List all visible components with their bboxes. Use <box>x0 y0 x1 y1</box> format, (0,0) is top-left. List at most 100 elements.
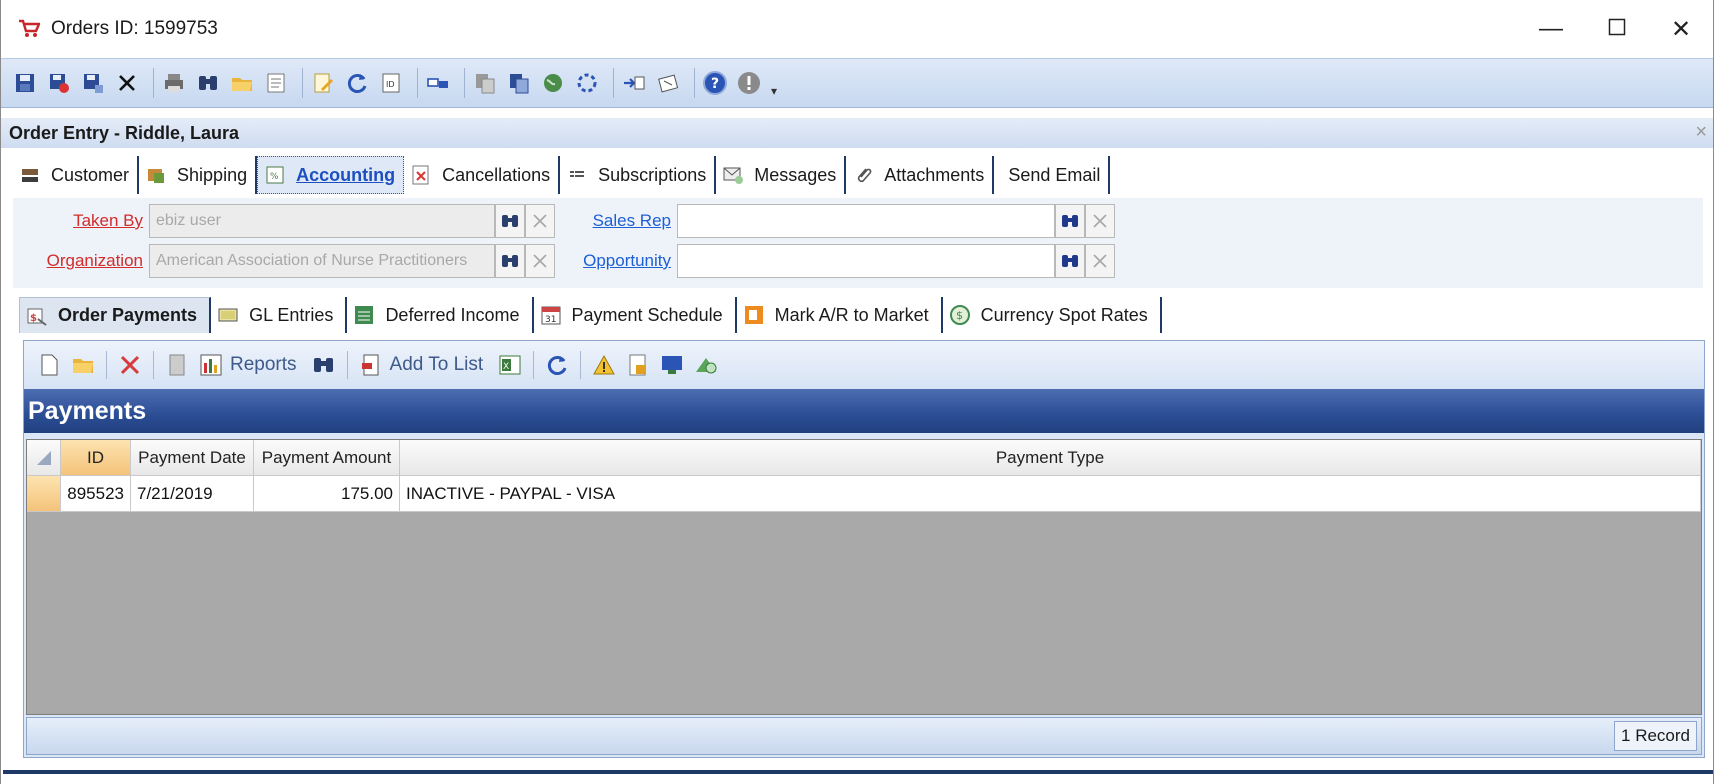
taken-by-label[interactable]: Taken By <box>13 211 149 231</box>
accounting-icon: % <box>264 164 286 186</box>
order-form: Taken By ebiz user Organization American… <box>13 198 1703 288</box>
edit-icon[interactable] <box>309 69 337 97</box>
tab-attachments[interactable]: Attachments <box>846 156 995 194</box>
taken-by-field[interactable]: ebiz user <box>149 204 495 238</box>
subtab-order-payments[interactable]: $ Order Payments <box>19 297 212 333</box>
add-to-list-icon[interactable] <box>358 352 384 378</box>
reports-button[interactable]: Reports <box>230 354 297 376</box>
tab-label: Customer <box>51 164 130 185</box>
attach-icon[interactable] <box>654 69 682 97</box>
copy-icon[interactable] <box>471 69 499 97</box>
open-folder-icon[interactable] <box>228 69 256 97</box>
cell-payment-date[interactable]: 7/21/2019 <box>131 476 254 512</box>
taken-by-find-button[interactable] <box>495 204 525 238</box>
toolbar-separator <box>106 351 107 379</box>
opportunity-field[interactable] <box>677 244 1055 278</box>
workflow-icon[interactable] <box>573 69 601 97</box>
organization-field[interactable]: American Association of Nurse Practition… <box>149 244 495 278</box>
opportunity-clear-button[interactable] <box>1085 244 1115 278</box>
excel-icon[interactable]: X <box>497 352 523 378</box>
minimize-button[interactable]: — <box>1519 4 1583 54</box>
sales-rep-label[interactable]: Sales Rep <box>541 211 677 231</box>
subtab-deferred-income[interactable]: Deferred Income <box>347 297 534 333</box>
organization-find-button[interactable] <box>495 244 525 278</box>
opportunity-label[interactable]: Opportunity <box>541 251 677 271</box>
cell-payment-type[interactable]: INACTIVE - PAYPAL - VISA <box>400 476 1701 512</box>
column-header-payment-date[interactable]: Payment Date <box>131 440 254 476</box>
link-icon[interactable] <box>424 69 452 97</box>
reports-icon[interactable] <box>198 352 224 378</box>
tab-send-email[interactable]: Send Email <box>994 156 1111 194</box>
refresh-icon[interactable] <box>343 69 371 97</box>
open-folder-icon[interactable] <box>70 352 96 378</box>
calendar-icon: 31 <box>540 304 562 326</box>
print-icon[interactable] <box>160 69 188 97</box>
refresh-icon[interactable] <box>544 352 570 378</box>
help-icon[interactable]: ? <box>701 69 729 97</box>
import-icon[interactable] <box>620 69 648 97</box>
tab-customer[interactable]: Customer <box>13 156 140 194</box>
save-and-new-icon[interactable] <box>45 69 73 97</box>
table-row[interactable]: 895523 7/21/2019 175.00 INACTIVE - PAYPA… <box>27 476 1701 512</box>
money-icon[interactable] <box>693 352 719 378</box>
find-icon[interactable] <box>311 352 337 378</box>
add-to-list-button[interactable]: Add To List <box>390 354 484 376</box>
minimize-icon: — <box>1539 15 1563 42</box>
tab-label: Shipping <box>177 164 248 185</box>
id-card-icon[interactable]: ID <box>377 69 405 97</box>
paperclip-icon <box>852 164 874 186</box>
tab-messages[interactable]: Messages <box>716 156 847 194</box>
column-header-id[interactable]: ID <box>61 440 131 476</box>
tab-shipping[interactable]: Shipping <box>139 156 258 194</box>
warning-icon[interactable] <box>591 352 617 378</box>
title-bar: Orders ID: 1599753 — ✕ <box>1 0 1713 58</box>
subtab-mark-ar-to-market[interactable]: Mark A/R to Market <box>737 297 943 333</box>
column-header-payment-type[interactable]: Payment Type <box>400 440 1701 476</box>
copy-record-icon[interactable] <box>505 69 533 97</box>
toolbar-overflow-icon[interactable]: ▾ <box>771 84 777 98</box>
find-icon[interactable] <box>194 69 222 97</box>
column-header-payment-amount[interactable]: Payment Amount <box>254 440 400 476</box>
tab-subscriptions[interactable]: Subscriptions <box>560 156 717 194</box>
save-and-close-icon[interactable] <box>79 69 107 97</box>
panel-close-icon[interactable]: × <box>1695 121 1707 144</box>
opportunity-find-button[interactable] <box>1055 244 1085 278</box>
new-record-icon[interactable] <box>36 352 62 378</box>
tab-accounting[interactable]: % Accounting <box>257 156 405 194</box>
secure-document-icon[interactable] <box>625 352 651 378</box>
customer-icon <box>19 164 41 186</box>
svg-text:%: % <box>270 172 279 182</box>
close-icon: ✕ <box>1670 15 1692 43</box>
toolbar-separator <box>417 68 418 98</box>
cell-id[interactable]: 895523 <box>61 476 131 512</box>
save-icon[interactable] <box>11 69 39 97</box>
computer-icon[interactable] <box>659 352 685 378</box>
print-icon[interactable] <box>164 352 190 378</box>
svg-text:$: $ <box>956 309 963 322</box>
subtab-label: GL Entries <box>249 304 334 325</box>
delete-icon[interactable] <box>113 69 141 97</box>
sales-rep-clear-button[interactable] <box>1085 204 1115 238</box>
shipping-icon <box>145 164 167 186</box>
tab-label: Accounting <box>296 164 396 185</box>
subtab-payment-schedule[interactable]: 31 Payment Schedule <box>534 297 737 333</box>
cell-payment-amount[interactable]: 175.00 <box>254 476 400 512</box>
sales-rep-find-button[interactable] <box>1055 204 1085 238</box>
subtab-currency-spot-rates[interactable]: $ Currency Spot Rates <box>943 297 1162 333</box>
delete-icon[interactable] <box>117 352 143 378</box>
record-count: 1 Record <box>1614 721 1697 751</box>
row-selector[interactable] <box>27 476 61 512</box>
sales-rep-field[interactable] <box>677 204 1055 238</box>
notes-icon[interactable] <box>262 69 290 97</box>
close-button[interactable]: ✕ <box>1649 4 1713 54</box>
tab-cancellations[interactable]: Cancellations <box>404 156 561 194</box>
info-icon[interactable] <box>735 69 763 97</box>
binoculars-icon <box>502 255 518 267</box>
subtab-gl-entries[interactable]: GL Entries <box>211 297 348 333</box>
organization-label[interactable]: Organization <box>13 251 149 271</box>
toolbar-separator <box>613 68 614 98</box>
order-window: Orders ID: 1599753 — ✕ ID ? ▾ Order Entr… <box>0 0 1714 784</box>
web-icon[interactable] <box>539 69 567 97</box>
select-all-corner[interactable] <box>27 440 61 476</box>
maximize-button[interactable] <box>1585 4 1649 54</box>
